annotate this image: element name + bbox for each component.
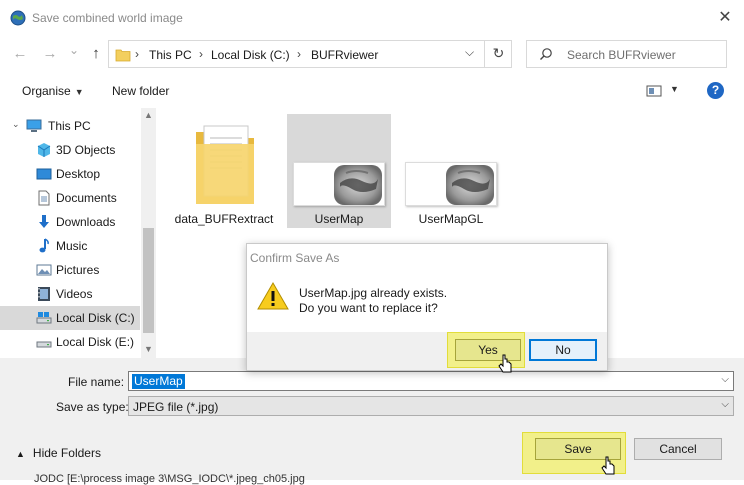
file-name: UserMapGL: [418, 212, 484, 226]
mouse-pointer-icon: [601, 456, 615, 475]
no-button[interactable]: No: [529, 339, 597, 361]
breadcrumb-this-pc[interactable]: This PC: [149, 48, 192, 62]
save-as-type-select[interactable]: JPEG file (*.jpg) ⌵: [128, 396, 734, 416]
sidebar-item-label: Pictures: [56, 263, 100, 277]
download-icon: [39, 215, 49, 228]
sidebar-item-label: Documents: [56, 191, 117, 205]
dialog-message: UserMap.jpg already exists. Do you want …: [299, 286, 447, 316]
sidebar-item-this-pc[interactable]: ⌄ This PC: [0, 114, 140, 138]
help-icon[interactable]: ?: [707, 82, 724, 99]
chevron-down-icon: ⌵: [721, 399, 729, 410]
sidebar-item-music[interactable]: Music: [0, 234, 140, 258]
breadcrumb-local-disk-c[interactable]: Local Disk (C:): [211, 48, 290, 62]
sidebar-item-downloads[interactable]: Downloads: [0, 210, 140, 234]
sidebar-item-pictures[interactable]: Pictures: [0, 258, 140, 282]
search-icon: [540, 48, 552, 60]
sidebar-item-label: 3D Objects: [56, 143, 116, 157]
breadcrumb-separator: ›: [199, 47, 203, 61]
cancel-button[interactable]: Cancel: [634, 438, 722, 460]
folder-icon: [115, 49, 131, 62]
navigation-pane: ⌄ This PC 3D Objects Desktop Documents D…: [0, 108, 156, 358]
close-button[interactable]: ✕: [712, 6, 738, 30]
sidebar-item-local-disk-e[interactable]: Local Disk (E:): [0, 330, 140, 354]
search-input[interactable]: Search BUFRviewer: [526, 40, 727, 68]
organise-button[interactable]: Organise ▼: [22, 84, 84, 98]
sidebar-item-videos[interactable]: Videos: [0, 282, 140, 306]
sidebar-item-label: Downloads: [56, 215, 116, 229]
confirm-save-dialog: Confirm Save As UserMap.jpg already exis…: [246, 243, 608, 373]
sidebar-item-label: This PC: [48, 119, 91, 133]
drive-icon: [36, 341, 52, 348]
new-folder-button[interactable]: New folder: [112, 84, 169, 98]
picture-icon: [36, 264, 52, 276]
file-item-usermapgl[interactable]: UserMapGL: [399, 114, 503, 228]
chevron-down-icon[interactable]: ⌵: [721, 374, 729, 385]
satellite-image-icon: [446, 165, 494, 205]
file-name-input[interactable]: UserMap ⌵: [128, 371, 734, 391]
warning-icon: [257, 281, 289, 310]
image-thumbnail: [293, 162, 385, 206]
cube-icon: [37, 143, 51, 157]
recent-locations-button[interactable]: ⌄: [64, 40, 84, 60]
back-button[interactable]: ←: [10, 44, 30, 64]
search-placeholder: Search BUFRviewer: [567, 48, 676, 62]
sidebar-item-documents[interactable]: Documents: [0, 186, 140, 210]
document-icon: [38, 190, 50, 206]
file-name-value: UserMap: [132, 374, 185, 389]
scroll-down-button[interactable]: ▼: [141, 344, 156, 354]
refresh-button[interactable]: ↻: [484, 40, 512, 68]
breadcrumb-separator: ›: [135, 47, 139, 61]
sidebar-item-label: Local Disk (C:): [56, 311, 135, 325]
folder-icon: [196, 125, 254, 204]
truncated-path-text: JODC [E:\process image 3\MSG_IODC\*.jpeg…: [34, 473, 305, 485]
window-title: Save combined world image: [32, 11, 183, 25]
file-item-data-bufrextract[interactable]: data_BUFRextract: [172, 114, 276, 228]
sidebar-item-label: Desktop: [56, 167, 101, 181]
file-name: UserMap: [314, 212, 364, 226]
image-thumbnail: [405, 162, 497, 206]
desktop-icon: [36, 168, 52, 180]
breadcrumb-separator: ›: [297, 47, 301, 61]
save-as-type-label: Save as type:: [56, 400, 129, 414]
file-name: data_BUFRextract: [174, 212, 274, 226]
chevron-down-icon: ▼: [74, 87, 84, 97]
file-name-label: File name:: [68, 375, 125, 389]
up-button[interactable]: ↑: [86, 44, 106, 64]
file-item-usermap[interactable]: UserMap: [287, 114, 391, 228]
mouse-pointer-icon: [498, 354, 512, 373]
sidebar-scrollbar[interactable]: ▲ ▼: [141, 108, 156, 358]
save-dialog-window: Save combined world image ✕ ← → ⌄ ↑ › Th…: [0, 0, 744, 485]
satellite-image-icon: [334, 165, 382, 205]
sidebar-item-label: Local Disk (E:): [56, 335, 135, 349]
scroll-up-button[interactable]: ▲: [141, 110, 156, 120]
breadcrumb-bufrviewer[interactable]: BUFRviewer: [311, 48, 378, 62]
save-as-type-value: JPEG file (*.jpg): [133, 400, 219, 414]
chevron-up-icon: ▲: [16, 449, 25, 459]
hide-folders-button[interactable]: ▲ Hide Folders: [16, 446, 101, 460]
sidebar-item-local-disk-c[interactable]: Local Disk (C:): [0, 306, 140, 330]
sidebar-item-desktop[interactable]: Desktop: [0, 162, 140, 186]
dialog-title: Confirm Save As: [250, 251, 340, 265]
expand-chevron-icon[interactable]: ⌄: [12, 119, 20, 130]
address-dropdown-button[interactable]: ⌵: [465, 45, 474, 60]
forward-button[interactable]: →: [40, 44, 60, 64]
organise-label: Organise: [22, 84, 71, 98]
music-icon: [39, 238, 49, 253]
hide-folders-label: Hide Folders: [32, 446, 101, 460]
address-bar[interactable]: › This PC › Local Disk (C:) › BUFRviewer…: [108, 40, 512, 68]
view-options-dropdown[interactable]: ▼: [670, 84, 679, 94]
drive-icon: [36, 312, 52, 324]
video-icon: [38, 287, 50, 301]
sidebar-item-label: Music: [56, 239, 88, 253]
globe-icon: [10, 10, 26, 26]
dialog-message-line2: Do you want to replace it?: [299, 301, 438, 315]
sidebar-item-label: Videos: [56, 287, 93, 301]
title-bar: Save combined world image ✕: [0, 0, 744, 36]
sidebar-item-3d-objects[interactable]: 3D Objects: [0, 138, 140, 162]
computer-icon: [26, 119, 42, 132]
scrollbar-thumb[interactable]: [143, 228, 154, 333]
dialog-message-line1: UserMap.jpg already exists.: [299, 286, 448, 300]
view-options-icon[interactable]: [646, 84, 662, 98]
